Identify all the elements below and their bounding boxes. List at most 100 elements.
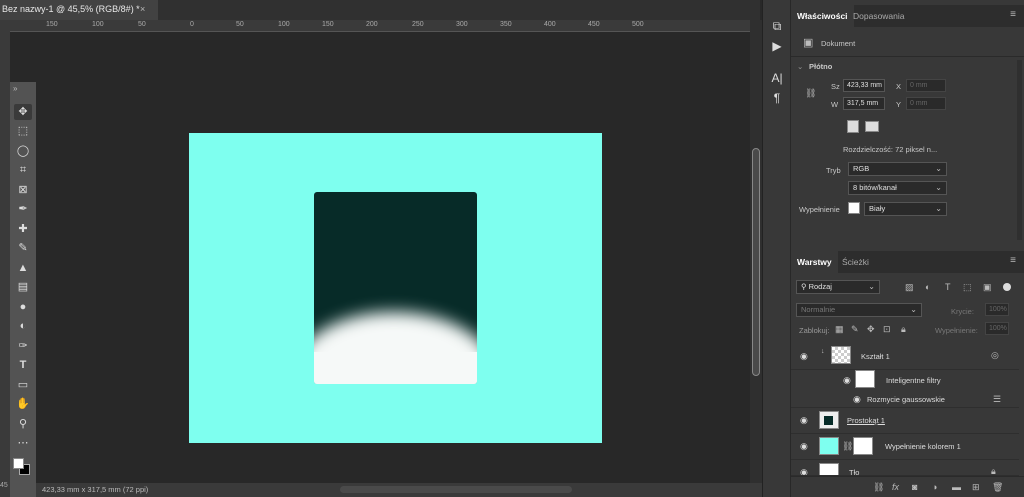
filter-adjustment-icon[interactable]: ◐ [925,282,930,292]
mode-select[interactable]: RGB ⌄ [848,162,947,176]
shape-layer-preview[interactable] [314,192,477,384]
panel-menu-icon[interactable]: ≡ [1010,9,1016,20]
close-icon[interactable]: × [140,0,145,18]
rectangle-tool-icon[interactable]: ▭ [14,377,32,393]
tab-layers[interactable]: Warstwy [791,251,838,273]
layer-filter-select[interactable]: ⚲ Rodzaj ⌄ [796,280,880,294]
visibility-eye-icon[interactable]: ◉ [853,395,863,404]
smart-object-icon[interactable]: ◎ [991,350,999,361]
tab-properties[interactable]: Właściwości [791,5,854,27]
zoom-tool-icon[interactable]: ⚲ [14,416,32,432]
document-tab[interactable]: Bez nazwy-1 @ 45,5% (RGB/8#) * × [0,0,158,20]
group-folder-icon[interactable]: ▬ [952,482,961,492]
brush-tool-icon[interactable]: ✎ [14,240,32,256]
layer-row[interactable]: ◉ Prostokąt 1 [791,408,1019,434]
link-layers-icon[interactable]: ⛓ [873,482,884,493]
gradient-tool-icon[interactable]: ▤ [14,279,32,295]
type-tool-icon[interactable]: T [14,357,32,373]
height-field[interactable]: 317,5 mm [843,97,885,110]
chevron-down-icon: ⌄ [935,164,942,173]
visibility-eye-icon[interactable]: ◉ [800,352,810,361]
layer-name[interactable]: Tło [849,468,859,475]
healing-tool-icon[interactable]: ✚ [14,221,32,237]
filter-pixel-icon[interactable]: ▨ [905,282,914,293]
portrait-orientation-icon[interactable] [847,120,859,133]
layer-row[interactable]: ◉ ↓ Kształt 1 ◎ [791,342,1019,370]
tab-adjustments[interactable]: Dopasowania [847,5,911,27]
add-mask-icon[interactable]: ◙ [912,482,917,492]
blur-tool-icon[interactable]: ● [14,299,32,315]
layer-row[interactable]: ◉ Rozmycie gaussowskie ☰ [791,390,1019,408]
stamp-tool-icon[interactable]: ▲ [14,260,32,276]
bit-depth-select[interactable]: 8 bitów/kanał ⌄ [848,181,947,195]
layer-thumbnail [819,463,839,475]
play-icon[interactable]: ▶ [769,38,785,54]
fill-select[interactable]: Biały ⌄ [864,202,947,216]
lock-pixels-icon[interactable]: ✎ [851,324,859,335]
lasso-tool-icon[interactable]: ◯ [14,143,32,159]
layers-footer: ⛓ fx ◙ ◑ ▬ ⊞ 🗑︎ [791,476,1024,497]
crop-tool-icon[interactable]: ⌗ [14,162,32,178]
tab-paths[interactable]: Ścieżki [836,251,875,273]
chevron-down-icon[interactable]: ⌄ [797,62,803,71]
layer-name[interactable]: Kształt 1 [861,352,890,361]
properties-scrollbar[interactable] [1017,60,1022,240]
filter-shape-icon[interactable]: ⬚ [963,282,972,293]
layer-name[interactable]: Wypełnienie kolorem 1 [885,442,961,451]
filter-toggle-icon[interactable] [1003,283,1011,291]
visibility-eye-icon[interactable]: ◉ [800,468,810,476]
layer-name[interactable]: Prostokąt 1 [847,416,885,425]
vertical-scrollbar[interactable] [750,20,762,483]
ruler-tick: 150 [322,21,334,28]
fx-icon[interactable]: fx [892,482,899,492]
new-layer-icon[interactable]: ⊞ [972,482,980,493]
fill-swatch[interactable] [848,202,860,214]
character-icon[interactable]: A| [769,70,785,86]
visibility-eye-icon[interactable]: ◉ [843,376,853,385]
x-field[interactable]: 0 mm [906,79,946,92]
landscape-orientation-icon[interactable] [865,121,879,132]
visibility-eye-icon[interactable]: ◉ [800,416,810,425]
history-icon[interactable]: ⧉ [769,18,785,34]
hand-tool-icon[interactable]: ✋ [14,396,32,412]
filter-options-icon[interactable]: ☰ [993,394,1001,405]
layer-row[interactable]: ◉ Tło 🔒︎ [791,460,1019,476]
more-tools-icon[interactable]: ⋯ [14,435,32,451]
width-field[interactable]: 423,33 mm [843,79,885,92]
marquee-tool-icon[interactable]: ⬚ [14,123,32,139]
lock-artboard-icon[interactable]: ⊡ [883,324,891,335]
fill-opacity-field[interactable]: 100% [985,322,1009,335]
eyedropper-tool-icon[interactable]: ✒ [14,201,32,217]
ruler-tick: 100 [278,21,290,28]
link-icon[interactable]: ⛓ [805,88,816,99]
layer-row[interactable]: ◉ ⛓ Wypełnienie kolorem 1 [791,434,1019,460]
lock-transparency-icon[interactable]: ▦ [835,324,844,335]
color-swatches[interactable] [13,458,31,476]
adjustment-layer-icon[interactable]: ◑ [932,482,937,492]
pen-tool-icon[interactable]: ✑ [14,338,32,354]
paragraph-icon[interactable]: ¶ [769,90,785,106]
lock-position-icon[interactable]: ✥ [867,324,875,335]
visibility-eye-icon[interactable]: ◉ [800,442,810,451]
dodge-tool-icon[interactable]: ◐ [14,318,32,334]
collapse-icon[interactable]: » [13,84,17,93]
blend-mode-select[interactable]: Normalnie ⌄ [796,303,922,317]
filter-smart-icon[interactable]: ▣ [983,282,992,293]
panel-menu-icon[interactable]: ≡ [1010,255,1016,266]
move-tool-icon[interactable]: ✥ [14,104,32,120]
layer-name[interactable]: Rozmycie gaussowskie [867,395,945,404]
fill-value: Biały [869,204,886,213]
opacity-field[interactable]: 100% [985,303,1009,316]
frame-tool-icon[interactable]: ⊠ [14,182,32,198]
horizontal-scroll-thumb[interactable] [340,486,572,493]
scroll-thumb[interactable] [752,148,760,376]
link-icon: ⛓ [842,441,854,451]
ruler-tick: 350 [500,21,512,28]
layer-name[interactable]: Inteligentne filtry [886,376,941,385]
y-field[interactable]: 0 mm [906,97,946,110]
lock-all-icon[interactable]: 🔒︎ [901,324,906,335]
layer-row[interactable]: ◉ Inteligentne filtry [791,370,1019,390]
delete-layer-icon[interactable]: 🗑︎ [992,482,1003,493]
ruler-tick: 0 [190,21,194,28]
filter-type-icon[interactable]: T [945,282,951,292]
